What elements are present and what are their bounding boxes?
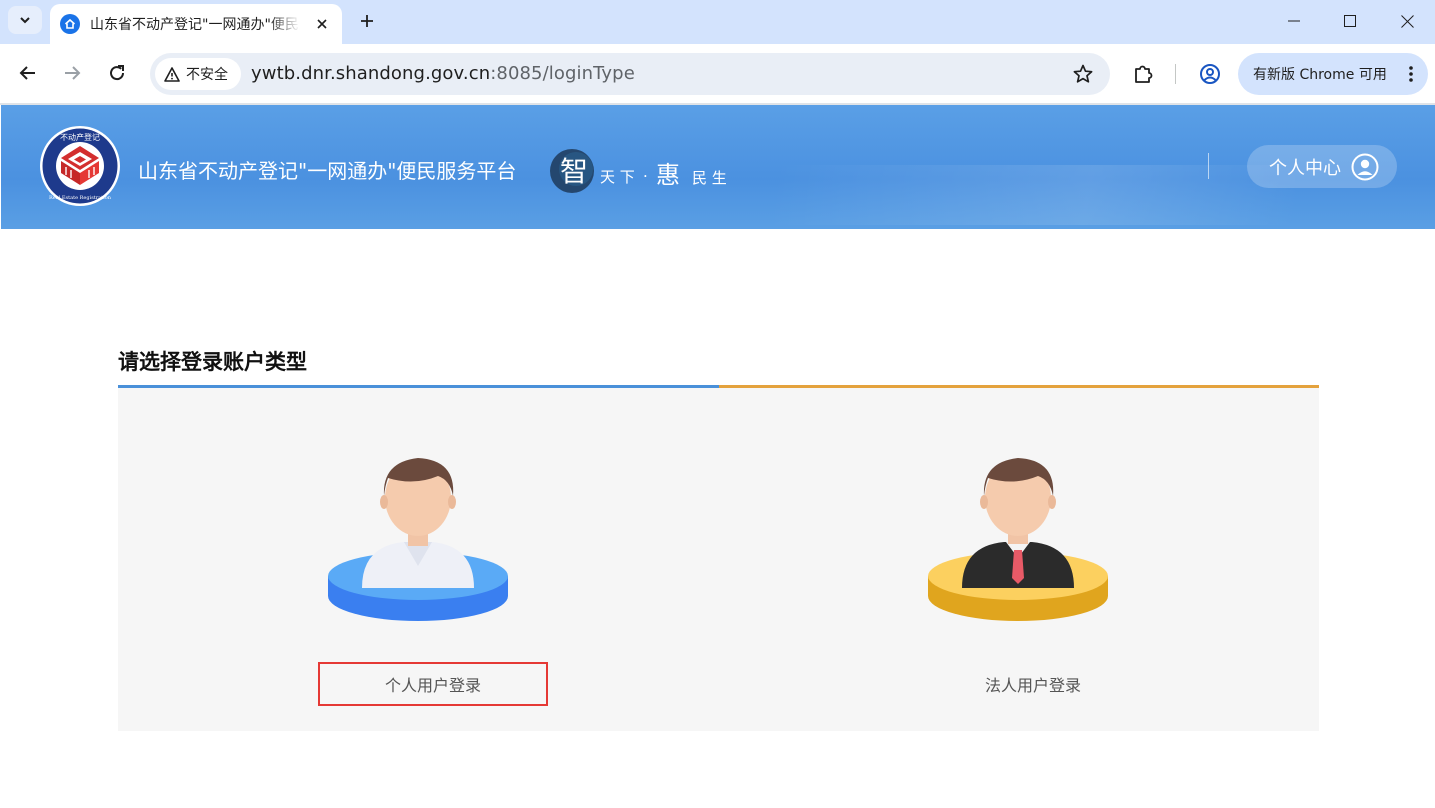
home-favicon-icon (60, 14, 80, 34)
tab-title: 山东省不动产登记"一网通办"便民服务平台 (90, 17, 300, 33)
personal-center-button[interactable]: 个人中心 (1247, 145, 1397, 188)
close-window-button[interactable] (1385, 6, 1429, 36)
tab-search-button[interactable] (8, 6, 42, 34)
more-vert-icon (1409, 66, 1413, 82)
url-text[interactable]: ywtb.dnr.shandong.gov.cn:8085/loginType (251, 63, 635, 84)
chrome-update-button[interactable]: 有新版 Chrome 可用 (1238, 53, 1428, 95)
slogan-calligraphy: 智 天 下 · 惠 民 生 (550, 149, 727, 193)
update-label: 有新版 Chrome 可用 (1253, 67, 1387, 83)
slogan-zhi: 智 (560, 155, 588, 188)
legal-user-card[interactable]: 法人用户登录 (718, 388, 1318, 731)
site-title: 山东省不动产登记"一网通办"便民服务平台 (138, 159, 517, 183)
close-window-icon (1400, 14, 1414, 28)
forward-icon (65, 66, 81, 80)
forward-button[interactable] (57, 58, 87, 88)
security-chip[interactable]: 不安全 (155, 58, 241, 90)
logo-ring-text: 不动产登记 (60, 132, 100, 142)
user-circle-icon (1351, 153, 1379, 180)
extensions-button[interactable] (1130, 61, 1156, 87)
active-tab[interactable]: 山东省不动产登记"一网通办"便民服务平台 (50, 4, 342, 44)
header-separator (1208, 153, 1209, 179)
slogan-dot: · (643, 167, 648, 185)
back-button[interactable] (13, 58, 43, 88)
reload-icon (110, 65, 125, 81)
logo-bottom-text: Real Estate Registration (49, 195, 112, 201)
minimize-button[interactable] (1272, 6, 1316, 36)
personal-user-card[interactable]: 个人用户登录 (118, 388, 718, 731)
registration-logo: 不动产登记 Real Estate Registration (40, 126, 120, 206)
toolbar-separator (1175, 64, 1176, 84)
profile-button[interactable] (1197, 61, 1223, 87)
minimize-icon (1288, 20, 1300, 22)
warning-icon (164, 66, 180, 82)
star-icon (1073, 64, 1093, 83)
personal-user-login-button[interactable]: 个人用户登录 (318, 662, 548, 706)
slogan-minsheng: 民 生 (692, 169, 727, 187)
bookmark-star-button[interactable] (1072, 63, 1094, 85)
personal-center-label: 个人中心 (1269, 157, 1341, 179)
plus-icon (361, 15, 373, 27)
slogan-tianxia: 天 下 (600, 168, 635, 186)
close-icon (317, 19, 327, 29)
url-host: ywtb.dnr.shandong.gov.cn (251, 63, 491, 84)
login-type-panel: 个人用户登录 法人用户登录 (118, 388, 1319, 731)
extensions-icon (1135, 65, 1153, 83)
new-tab-button[interactable] (354, 8, 380, 34)
legal-user-avatar-icon (928, 458, 1108, 621)
site-header: 不动产登记 Real Estate Registration 山东省不动产登记"… (1, 105, 1435, 229)
browser-toolbar: 不安全 ywtb.dnr.shandong.gov.cn:8085/loginT… (0, 44, 1435, 103)
profile-icon (1200, 64, 1220, 84)
maximize-icon (1344, 15, 1356, 27)
back-icon (19, 66, 35, 80)
header-decoration (775, 165, 1295, 225)
chevron-down-icon (20, 17, 30, 24)
tab-close-button[interactable] (312, 14, 332, 34)
legal-user-login-button[interactable]: 法人用户登录 (918, 662, 1148, 706)
tab-strip: 山东省不动产登记"一网通办"便民服务平台 (0, 0, 1435, 44)
address-bar[interactable]: 不安全 ywtb.dnr.shandong.gov.cn:8085/loginT… (150, 53, 1110, 95)
security-label: 不安全 (186, 67, 228, 83)
personal-user-avatar-icon (328, 458, 508, 621)
section-title: 请选择登录账户类型 (118, 350, 307, 374)
reload-button[interactable] (102, 58, 132, 88)
url-path: :8085/loginType (490, 63, 635, 84)
slogan-hui: 惠 (656, 161, 680, 189)
maximize-button[interactable] (1328, 6, 1372, 36)
